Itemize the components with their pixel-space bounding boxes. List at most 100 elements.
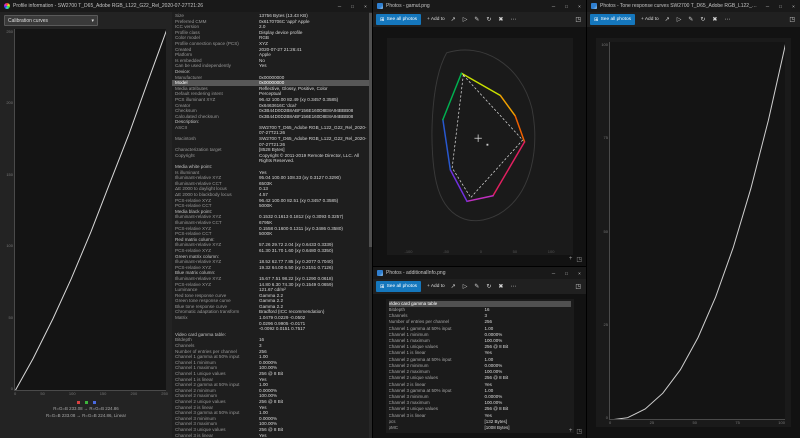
legend-blue-swatch[interactable] bbox=[93, 401, 96, 404]
axis-tick-label: -50 bbox=[443, 249, 449, 254]
zoom-fit-icon[interactable]: ◳ bbox=[576, 256, 582, 263]
see-all-photos-button[interactable]: ⊞ See all photos bbox=[590, 14, 635, 25]
axis-tick-label: 200 bbox=[3, 100, 13, 105]
slideshow-icon[interactable]: ▷ bbox=[463, 284, 468, 290]
axis-tick-label: 250 bbox=[3, 29, 13, 34]
property-value: Yes bbox=[259, 433, 369, 438]
maximize-button[interactable]: □ bbox=[560, 0, 573, 12]
photos-additional-titlebar[interactable]: Photos - additionalInfo.png ─ □ × bbox=[373, 267, 586, 279]
add-to-button[interactable]: + Add to bbox=[641, 17, 659, 22]
share-icon[interactable]: ↗ bbox=[665, 17, 670, 23]
zoom-in-icon[interactable]: + bbox=[569, 428, 573, 435]
zoom-in-icon[interactable]: + bbox=[569, 256, 573, 263]
measured-point-marker bbox=[486, 144, 488, 146]
property-row[interactable]: Matrix 1.0479 0.0229 -0.0502 0.0296 0.99… bbox=[172, 315, 372, 332]
maximize-button[interactable]: □ bbox=[774, 0, 787, 12]
property-row[interactable]: Macintosh SW2700 T_D65_Adobe RGB_L122_G2… bbox=[172, 136, 372, 147]
delete-icon[interactable]: ✖ bbox=[712, 17, 717, 23]
photos-tone-titlebar[interactable]: Photos - Tone response curves SW2700 T_D… bbox=[587, 0, 800, 12]
window-title: Photos - Tone response curves SW2700 T_D… bbox=[600, 3, 758, 9]
property-value: SW2700 T_D65_Adobe RGB_L122_G22_Rel_2020… bbox=[259, 125, 369, 136]
minimize-button[interactable]: ─ bbox=[333, 0, 346, 12]
vcgt-value: [1008 Bytes] bbox=[485, 425, 571, 431]
property-value: 1.0479 0.0229 -0.0502 0.0296 0.9905 -0.0… bbox=[259, 315, 369, 332]
delete-icon[interactable]: ✖ bbox=[498, 284, 503, 290]
slideshow-icon[interactable]: ▷ bbox=[463, 17, 468, 23]
zoom-fit-icon[interactable]: ◳ bbox=[576, 428, 582, 435]
axis-tick-label: 50 bbox=[3, 315, 13, 320]
property-value: Copyright © 2011-2019 Remote Director, L… bbox=[259, 153, 369, 164]
zoom-fit-icon[interactable]: ◳ bbox=[789, 16, 797, 23]
comparison-gamut-outline bbox=[452, 75, 523, 197]
zoom-fit-icon[interactable]: ◳ bbox=[575, 16, 583, 23]
rotate-icon[interactable]: ↻ bbox=[486, 284, 491, 290]
slideshow-icon[interactable]: ▷ bbox=[677, 17, 682, 23]
axis-tick-label: 75 bbox=[735, 420, 739, 425]
tone-plot-canvas bbox=[609, 42, 785, 420]
share-icon[interactable]: ↗ bbox=[451, 284, 456, 290]
minimize-button[interactable]: ─ bbox=[547, 267, 560, 279]
rotate-icon[interactable]: ↻ bbox=[486, 17, 491, 23]
properties-scrollbar[interactable] bbox=[369, 12, 372, 438]
additional-info-photo[interactable]: Video card gamma table Bitdepth 16 Chann… bbox=[386, 299, 574, 433]
add-to-button[interactable]: + Add to bbox=[427, 17, 445, 22]
legend-red-swatch[interactable] bbox=[77, 401, 80, 404]
see-all-photos-button[interactable]: ⊞ See all photos bbox=[376, 281, 421, 292]
axis-tick-label: 50 bbox=[513, 249, 517, 254]
profile-properties-table: Size 13756 Bytes (13.43 KB) Preferred CM… bbox=[172, 13, 372, 438]
property-value: SW2700 T_D65_Adobe RGB_L122_G22_Rel_2020… bbox=[259, 136, 369, 147]
axis-tick-label: 250 bbox=[161, 391, 168, 396]
rotate-icon[interactable]: ↻ bbox=[700, 17, 705, 23]
legend-green-swatch[interactable] bbox=[85, 401, 88, 404]
minimize-button[interactable]: ─ bbox=[761, 0, 774, 12]
photos-app-icon bbox=[591, 3, 597, 9]
close-button[interactable]: × bbox=[787, 0, 800, 12]
curves-dropdown[interactable]: Calibration curves ▾ bbox=[4, 15, 98, 26]
scrollbar-thumb[interactable] bbox=[369, 13, 372, 247]
displaycal-app-icon bbox=[4, 3, 10, 9]
property-row[interactable]: Copyright Copyright © 2011-2019 Remote D… bbox=[172, 153, 372, 164]
profile-info-titlebar[interactable]: Profile information - SW2700 T_D65_Adobe… bbox=[0, 0, 372, 12]
more-icon[interactable]: ⋯ bbox=[510, 17, 516, 23]
property-row[interactable]: Channel 3 is linear Yes bbox=[172, 433, 372, 438]
axis-tick-label: 100 bbox=[548, 249, 555, 254]
delete-icon[interactable]: ✖ bbox=[498, 17, 503, 23]
curve-status-line-1: R=G=B 233.08 → R=G=B 224.86 bbox=[0, 406, 172, 411]
axis-tick-label: 75 bbox=[598, 135, 608, 140]
axis-tick-label: 0 bbox=[14, 391, 16, 396]
minimize-button[interactable]: ─ bbox=[547, 0, 560, 12]
axis-tick-label: 100 bbox=[778, 420, 785, 425]
share-icon[interactable]: ↗ bbox=[451, 17, 456, 23]
more-icon[interactable]: ⋯ bbox=[510, 284, 516, 290]
calibration-plot[interactable]: 250200150100500 050100150200250 bbox=[3, 29, 168, 396]
gamut-photo[interactable]: -100-50050100 bbox=[387, 38, 573, 255]
axis-tick-label: 100 bbox=[598, 42, 608, 47]
edit-icon[interactable]: ✎ bbox=[474, 17, 479, 23]
maximize-button[interactable]: □ bbox=[346, 0, 359, 12]
edit-icon[interactable]: ✎ bbox=[688, 17, 693, 23]
axis-tick-label: 100 bbox=[3, 243, 13, 248]
property-row[interactable]: ASCII SW2700 T_D65_Adobe RGB_L122_G22_Re… bbox=[172, 125, 372, 136]
gamut-diagram bbox=[387, 38, 573, 244]
close-button[interactable]: × bbox=[573, 0, 586, 12]
tone-curve-photo[interactable]: 1007550250 0255075100 bbox=[596, 38, 791, 427]
axis-tick-label: 200 bbox=[131, 391, 138, 396]
photos-gamut-titlebar[interactable]: Photos - gamut.png ─ □ × bbox=[373, 0, 586, 12]
property-key: Macintosh bbox=[175, 136, 259, 147]
spectral-locus-outline bbox=[431, 50, 534, 221]
maximize-button[interactable]: □ bbox=[560, 267, 573, 279]
more-icon[interactable]: ⋯ bbox=[724, 17, 730, 23]
close-button[interactable]: × bbox=[573, 267, 586, 279]
chevron-down-icon: ▾ bbox=[91, 18, 94, 24]
plus-icon: + bbox=[427, 17, 430, 22]
see-all-photos-button[interactable]: ⊞ See all photos bbox=[376, 14, 421, 25]
add-to-button[interactable]: + Add to bbox=[427, 284, 445, 289]
photo-viewer: -100-50050100 + ◳ bbox=[373, 27, 586, 266]
axis-tick-label: 0 bbox=[598, 415, 608, 420]
vcgt-row: pMC [1008 Bytes] bbox=[389, 425, 571, 431]
zoom-fit-icon[interactable]: ◳ bbox=[575, 283, 583, 290]
close-button[interactable]: × bbox=[359, 0, 372, 12]
see-all-photos-label: See all photos bbox=[601, 17, 631, 22]
edit-icon[interactable]: ✎ bbox=[474, 284, 479, 290]
zoom-controls: + ◳ bbox=[569, 428, 582, 435]
